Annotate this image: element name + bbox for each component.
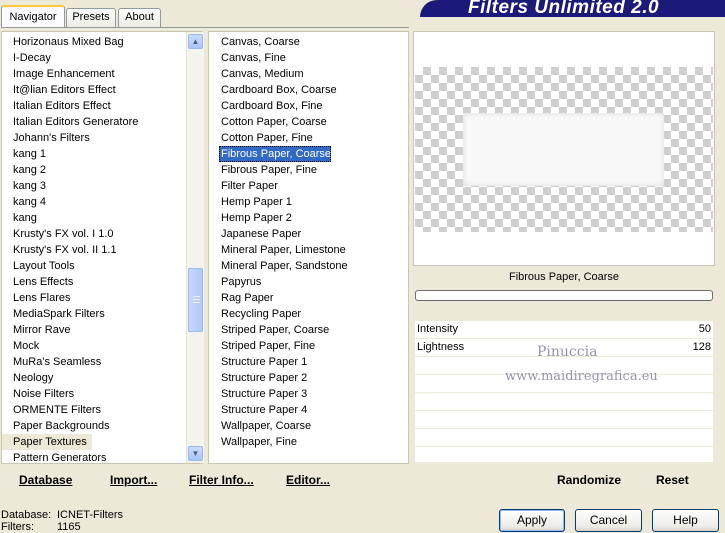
filter-item[interactable]: Cotton Paper, Coarse [219, 114, 327, 130]
category-item[interactable]: Noise Filters [2, 386, 74, 402]
filter-item[interactable]: Structure Paper 2 [219, 370, 307, 386]
filter-item[interactable]: Mineral Paper, Sandstone [219, 258, 348, 274]
category-item[interactable]: Paper Textures [2, 434, 92, 450]
category-item[interactable]: Paper Backgrounds [2, 418, 110, 434]
category-list[interactable]: Horizonaus Mixed Bag I-Decay Image Enhance… [1, 31, 204, 464]
filter-item[interactable]: Fibrous Paper, Coarse [219, 146, 332, 162]
param-row-empty [415, 411, 713, 429]
editor-button[interactable]: Editor... [286, 473, 330, 487]
param-value: 128 [692, 341, 711, 353]
category-item[interactable]: Italian Editors Effect [2, 98, 111, 114]
category-item[interactable]: Mock [2, 338, 39, 354]
filter-item[interactable]: Structure Paper 1 [219, 354, 307, 370]
category-item[interactable]: MuRa's Seamless [2, 354, 101, 370]
filter-item[interactable]: Filter Paper [219, 178, 278, 194]
tab-divider [1, 27, 409, 28]
watermark-name: Pinuccia [537, 344, 598, 360]
filter-items: Canvas, Coarse Canvas, Fine Canvas, Medium… [219, 34, 399, 462]
randomize-button[interactable]: Randomize [557, 473, 621, 487]
help-button[interactable]: Help [652, 509, 719, 532]
category-item[interactable]: Neology [2, 370, 53, 386]
status-filters-label: Filters: [1, 521, 34, 533]
category-item[interactable]: kang 2 [2, 162, 46, 178]
category-item[interactable]: Horizonaus Mixed Bag [2, 34, 124, 50]
category-item[interactable]: It@lian Editors Effect [2, 82, 116, 98]
scroll-down-icon[interactable]: ▼ [188, 446, 203, 461]
status-filters-value: 1165 [57, 521, 81, 533]
param-label: Lightness [417, 341, 465, 353]
filter-item[interactable]: Wallpaper, Coarse [219, 418, 311, 434]
category-item[interactable]: Mirror Rave [2, 322, 70, 338]
filter-item[interactable]: Structure Paper 3 [219, 386, 307, 402]
progress-bar [415, 290, 713, 301]
filter-item[interactable]: Striped Paper, Coarse [219, 322, 329, 338]
filter-item[interactable]: Cardboard Box, Fine [219, 98, 323, 114]
filter-item[interactable]: Cotton Paper, Fine [219, 130, 313, 146]
filter-item[interactable]: Mineral Paper, Limestone [219, 242, 346, 258]
filter-item[interactable]: Striped Paper, Fine [219, 338, 315, 354]
param-row-intensity[interactable]: Intensity 50 [415, 321, 713, 339]
category-item[interactable]: kang 3 [2, 178, 46, 194]
filter-item[interactable]: Canvas, Fine [219, 50, 286, 66]
filter-item[interactable]: Hemp Paper 2 [219, 210, 292, 226]
param-label: Intensity [417, 323, 458, 335]
cancel-button[interactable]: Cancel [575, 509, 642, 532]
category-item[interactable]: Pattern Generators [2, 450, 107, 462]
category-item[interactable]: Krusty's FX vol. I 1.0 [2, 226, 114, 242]
watermark-url: www.maidiregrafica.eu [505, 369, 658, 384]
param-row-empty [415, 429, 713, 447]
filter-item[interactable]: Papyrus [219, 274, 261, 290]
preview-image [463, 113, 664, 186]
category-item[interactable]: kang [2, 210, 37, 226]
filter-item[interactable]: Recycling Paper [219, 306, 301, 322]
scroll-thumb[interactable] [188, 268, 203, 332]
category-item[interactable]: kang 4 [2, 194, 46, 210]
filter-item[interactable]: Fibrous Paper, Fine [219, 162, 317, 178]
filter-list[interactable]: Canvas, Coarse Canvas, Fine Canvas, Medium… [208, 31, 409, 464]
status-database-label: Database: [1, 509, 52, 521]
import-button[interactable]: Import... [110, 473, 157, 487]
tab-navigator[interactable]: Navigator [1, 5, 65, 27]
tab-about[interactable]: About [118, 8, 161, 27]
category-item[interactable]: Krusty's FX vol. II 1.1 [2, 242, 117, 258]
param-row-empty [415, 393, 713, 411]
param-value: 50 [698, 323, 711, 335]
category-item[interactable]: Johann's Filters [2, 130, 90, 146]
current-filter-name: Fibrous Paper, Coarse [508, 271, 620, 283]
category-item[interactable]: Lens Effects [2, 274, 73, 290]
category-item[interactable]: kang 1 [2, 146, 46, 162]
category-item[interactable]: ORMENTE Filters [2, 402, 101, 418]
filter-item[interactable]: Hemp Paper 1 [219, 194, 292, 210]
reset-button[interactable]: Reset [656, 473, 689, 487]
filter-item[interactable]: Structure Paper 4 [219, 402, 307, 418]
status-database-value: ICNET-Filters [57, 509, 123, 521]
filter-item[interactable]: Canvas, Medium [219, 66, 304, 82]
category-item[interactable]: Layout Tools [2, 258, 75, 274]
filter-item[interactable]: Wallpaper, Fine [219, 434, 297, 450]
tab-presets[interactable]: Presets [66, 8, 116, 27]
category-item[interactable]: Italian Editors Generatore [2, 114, 138, 130]
category-item[interactable]: MediaSpark Filters [2, 306, 105, 322]
filter-info-button[interactable]: Filter Info... [189, 473, 254, 487]
filter-item[interactable]: Japanese Paper [219, 226, 301, 242]
apply-button[interactable]: Apply [499, 509, 565, 532]
category-items: Horizonaus Mixed Bag I-Decay Image Enhance… [2, 34, 186, 462]
filter-item[interactable]: Cardboard Box, Coarse [219, 82, 337, 98]
category-item[interactable]: Lens Flares [2, 290, 70, 306]
category-item[interactable]: Image Enhancement [2, 66, 115, 82]
param-row-empty [415, 447, 713, 463]
filter-item[interactable]: Rag Paper [219, 290, 274, 306]
category-item[interactable]: I-Decay [2, 50, 51, 66]
scroll-up-icon[interactable]: ▲ [188, 34, 203, 49]
app-logo: Filters Unlimited 2.0 [420, 0, 725, 17]
database-button[interactable]: Database [19, 473, 72, 487]
category-scrollbar[interactable]: ▲ ▼ [186, 32, 204, 463]
filter-item[interactable]: Canvas, Coarse [219, 34, 300, 50]
